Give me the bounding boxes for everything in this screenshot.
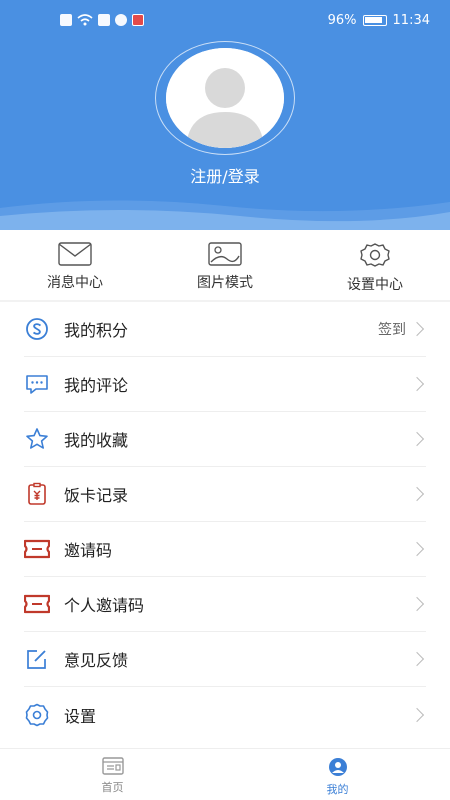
chevron-right-icon	[409, 541, 425, 557]
meal-card-icon	[24, 481, 50, 507]
quick-message-center[interactable]: 消息中心	[0, 230, 150, 300]
menu-item-invite-code[interactable]: 邀请码	[24, 522, 426, 577]
quick-label: 设置中心	[347, 277, 403, 293]
login-register-link[interactable]: 注册/登录	[0, 163, 450, 187]
default-avatar-icon	[166, 48, 284, 148]
notification-app-icon	[132, 14, 144, 26]
quick-label: 消息中心	[47, 275, 103, 291]
menu-item-label: 个人邀请码	[64, 596, 145, 615]
menu-item-comments[interactable]: 我的评论	[24, 357, 426, 412]
menu-item-label: 意见反馈	[64, 651, 129, 670]
menu-item-label: 设置	[64, 706, 97, 726]
quick-label: 图片模式	[197, 275, 253, 291]
alert-icon	[60, 14, 72, 26]
chevron-right-icon	[409, 486, 425, 502]
nav-mine[interactable]: 我的	[225, 749, 450, 800]
nav-home[interactable]: 首页	[0, 749, 225, 800]
gear-icon	[360, 243, 390, 267]
gear-icon	[24, 702, 50, 728]
status-bar: 96% 11:34	[0, 0, 450, 44]
battery-percent: 96%	[327, 13, 357, 28]
chevron-right-icon	[409, 596, 425, 612]
search-app-icon	[98, 14, 110, 26]
profile-icon	[328, 758, 347, 776]
chevron-right-icon	[409, 376, 425, 392]
home-icon	[101, 757, 124, 775]
quick-actions: 消息中心 图片模式 设置中心	[0, 230, 450, 300]
checkin-link[interactable]: 签到	[378, 319, 406, 339]
ticket-icon	[24, 591, 50, 617]
menu-item-label: 我的收藏	[64, 431, 129, 450]
menu-item-points[interactable]: 我的积分 签到	[24, 302, 426, 357]
clock: 11:34	[392, 13, 430, 28]
menu-item-personal-invite-code[interactable]: 个人邀请码	[24, 577, 426, 632]
ticket-icon	[24, 536, 50, 562]
header-wave	[0, 200, 450, 230]
chevron-right-icon	[409, 707, 425, 722]
browser-icon	[115, 14, 127, 26]
nav-label: 首页	[101, 781, 124, 794]
bottom-nav: 首页 我的	[0, 748, 450, 800]
envelope-icon	[58, 242, 92, 266]
menu-list: 我的积分 签到 我的评论 我的收藏 饭卡记录 邀请码 个人邀请码 意见反馈 设置	[24, 302, 426, 742]
chevron-right-icon	[409, 321, 425, 337]
menu-item-label: 我的积分	[64, 321, 129, 340]
feedback-icon	[24, 646, 50, 672]
battery-icon	[362, 15, 387, 26]
menu-item-meal-card[interactable]: 饭卡记录	[24, 467, 426, 522]
points-icon	[24, 316, 50, 342]
star-icon	[24, 426, 50, 452]
menu-item-settings[interactable]: 设置	[24, 687, 426, 742]
quick-image-mode[interactable]: 图片模式	[150, 230, 300, 300]
status-icons	[60, 14, 144, 26]
image-icon	[208, 242, 242, 266]
menu-item-favorites[interactable]: 我的收藏	[24, 412, 426, 467]
menu-item-label: 我的评论	[64, 376, 129, 395]
quick-settings-center[interactable]: 设置中心	[300, 230, 450, 300]
chevron-right-icon	[409, 431, 425, 447]
nav-label: 我的	[326, 783, 349, 796]
status-right: 96% 11:34	[328, 13, 430, 28]
chevron-right-icon	[409, 651, 425, 667]
menu-item-feedback[interactable]: 意见反馈	[24, 632, 426, 687]
menu-item-label: 邀请码	[64, 541, 113, 560]
profile-header: 96% 11:34 注册/登录	[0, 0, 450, 230]
comment-icon	[24, 371, 50, 397]
wifi-icon	[77, 14, 93, 26]
menu-item-label: 饭卡记录	[64, 486, 129, 505]
avatar[interactable]	[166, 48, 284, 148]
